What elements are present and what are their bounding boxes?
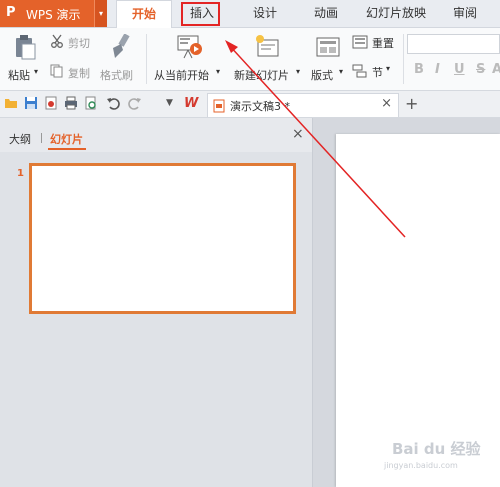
section-button[interactable]: 节 ▾ xyxy=(352,63,398,81)
start-from-current-button[interactable]: 从当前开始 ▾ xyxy=(154,32,224,86)
reset-label: 重置 xyxy=(372,37,394,50)
ribbon-divider xyxy=(403,34,404,84)
start-from-current-label: 从当前开始 xyxy=(154,69,209,82)
wps-home-icon[interactable]: W xyxy=(184,96,198,111)
new-slide-icon xyxy=(256,35,279,57)
cut-label: 剪切 xyxy=(68,37,90,50)
tab-home[interactable]: 开始 xyxy=(116,0,172,29)
format-painter-label: 格式刷 xyxy=(100,69,133,82)
tab-slides[interactable]: 幻灯片 xyxy=(50,131,83,147)
reset-icon xyxy=(352,35,368,49)
slideshow-play-icon xyxy=(177,35,202,59)
insert-tab-highlight-box xyxy=(181,2,220,26)
font-name-select[interactable] xyxy=(407,34,500,54)
save-icon[interactable] xyxy=(24,96,38,110)
close-document-icon[interactable]: × xyxy=(381,96,392,111)
paste-label: 粘贴 xyxy=(8,69,30,82)
panel-tab-bar: 大纲 幻灯片 × xyxy=(0,118,312,152)
tab-review[interactable]: 审阅 xyxy=(447,0,483,27)
underline-button[interactable]: U xyxy=(454,62,465,77)
strikethrough-button[interactable]: S xyxy=(476,62,485,77)
redo-icon[interactable] xyxy=(128,96,142,110)
layout-icon xyxy=(316,37,340,57)
new-slide-button[interactable]: 新建幻灯片 ▾ xyxy=(234,32,304,86)
layout-button[interactable]: 版式 ▾ xyxy=(311,32,347,86)
format-painter-icon xyxy=(113,34,130,58)
customize-toolbar-caret-icon[interactable]: ▼ xyxy=(166,98,173,108)
app-menu-caret-icon[interactable]: ▾ xyxy=(94,0,107,27)
new-slide-label: 新建幻灯片 xyxy=(234,69,289,82)
tab-design[interactable]: 设计 xyxy=(247,0,283,27)
active-tab-indicator xyxy=(48,148,86,150)
document-title: 演示文稿3 * xyxy=(230,100,290,113)
app-menu-button[interactable]: P WPS 演示 ▾ xyxy=(0,0,107,27)
slide-canvas[interactable] xyxy=(336,134,500,487)
export-pdf-icon[interactable] xyxy=(44,96,58,110)
section-icon xyxy=(352,64,367,78)
watermark-url: jingyan.baidu.com xyxy=(384,461,458,470)
italic-button[interactable]: I xyxy=(435,62,440,77)
document-tab[interactable]: 演示文稿3 * × xyxy=(207,93,399,117)
ribbon-toolbar: 粘贴 ▾ 剪切 复制 格式刷 从当前开始 ▾ 新建幻灯片 ▾ 版式 ▾ 重置 节… xyxy=(0,28,500,91)
reset-button[interactable]: 重置 xyxy=(352,34,398,52)
bold-button[interactable]: B xyxy=(414,62,424,77)
cut-button[interactable]: 剪切 xyxy=(50,34,96,52)
presentation-file-icon xyxy=(213,99,225,113)
slide-thumbnail[interactable] xyxy=(29,163,296,314)
print-preview-icon[interactable] xyxy=(84,96,98,110)
slide-number: 1 xyxy=(17,168,24,179)
tab-animation[interactable]: 动画 xyxy=(308,0,344,27)
ribbon-divider xyxy=(146,34,147,84)
format-painter-button[interactable]: 格式刷 xyxy=(100,32,140,86)
font-color-icon[interactable]: A xyxy=(492,62,500,77)
section-caret-icon: ▾ xyxy=(386,64,391,73)
copy-icon xyxy=(50,64,63,78)
copy-button[interactable]: 复制 xyxy=(50,64,96,82)
open-folder-icon[interactable] xyxy=(4,96,18,110)
ribbon-tab-bar: P WPS 演示 ▾ 开始 插入 设计 动画 幻灯片放映 审阅 xyxy=(0,0,500,29)
tab-outline[interactable]: 大纲 xyxy=(9,131,31,147)
tab-slideshow[interactable]: 幻灯片放映 xyxy=(363,0,429,27)
editing-area xyxy=(313,118,500,487)
paste-button[interactable]: 粘贴 ▾ xyxy=(8,32,42,86)
section-label: 节 xyxy=(372,66,383,79)
print-icon[interactable] xyxy=(64,96,78,110)
start-from-current-caret-icon: ▾ xyxy=(216,67,221,76)
wps-logo-icon: P xyxy=(6,5,16,20)
slides-panel: 大纲 幻灯片 × 1 xyxy=(0,118,313,487)
paste-caret-icon: ▾ xyxy=(34,67,39,76)
panel-tab-divider xyxy=(41,133,42,143)
close-panel-icon[interactable]: × xyxy=(292,126,304,142)
undo-icon[interactable] xyxy=(106,96,120,110)
paste-icon xyxy=(16,35,36,60)
layout-caret-icon: ▾ xyxy=(339,67,344,76)
new-tab-icon[interactable]: + xyxy=(405,94,418,113)
copy-label: 复制 xyxy=(68,67,90,80)
layout-label: 版式 xyxy=(311,69,333,82)
watermark-text: Bai du 经验 xyxy=(392,440,481,458)
app-title: WPS 演示 xyxy=(26,8,81,22)
new-slide-caret-icon: ▾ xyxy=(296,67,301,76)
scissors-icon xyxy=(51,34,63,48)
